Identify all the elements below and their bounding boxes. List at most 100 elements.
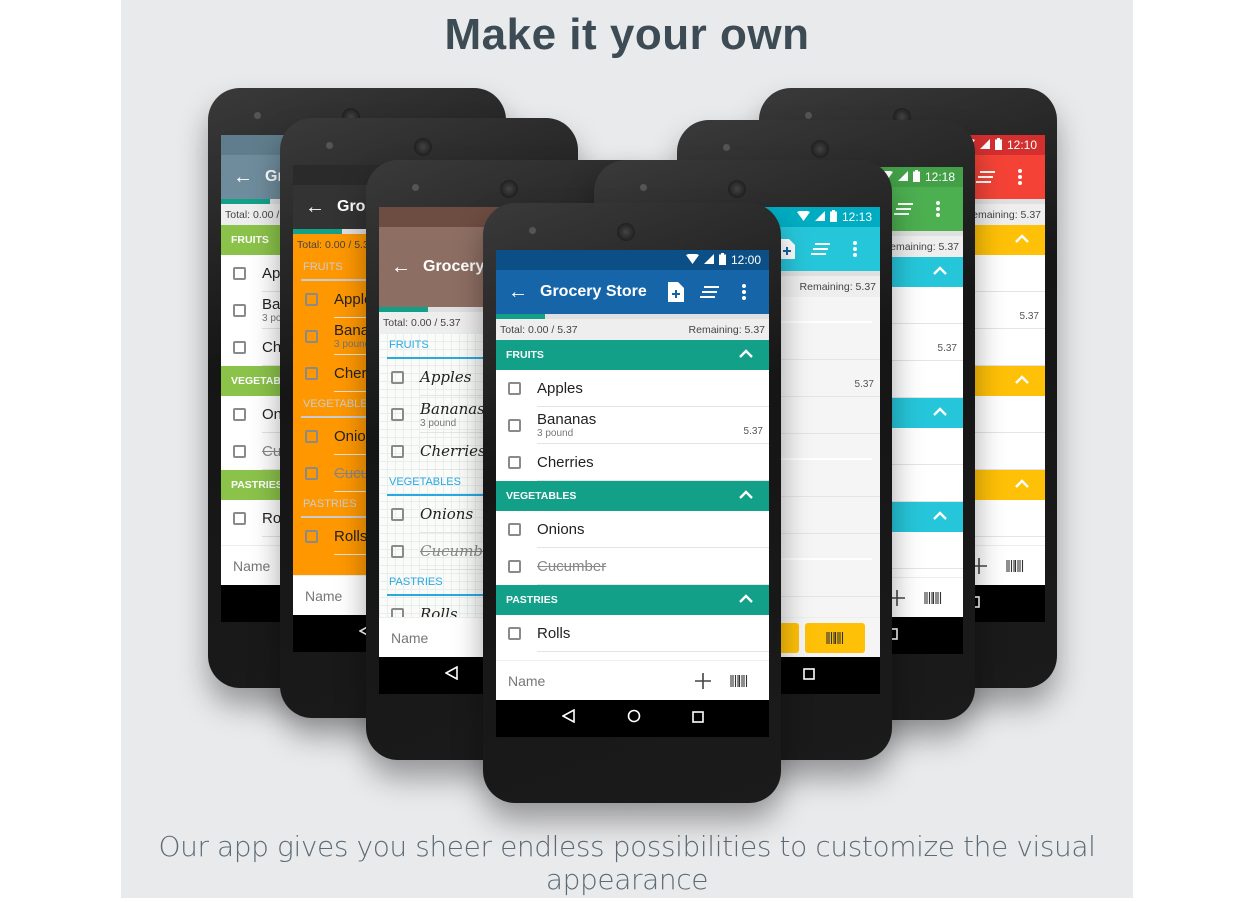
chevron-up-icon[interactable] bbox=[1015, 479, 1029, 491]
chevron-up-icon[interactable] bbox=[933, 266, 947, 278]
chevron-up-icon[interactable] bbox=[739, 490, 753, 502]
more-options-icon[interactable] bbox=[921, 201, 955, 217]
item-text: Apples bbox=[537, 370, 769, 407]
item-checkbox[interactable] bbox=[305, 367, 318, 380]
battery-icon bbox=[829, 209, 837, 225]
section-name: FRUITS bbox=[231, 234, 269, 246]
totals-row: Total: 0.00 / 5.37 Remaining: 5.37 bbox=[496, 319, 769, 340]
item-checkbox[interactable] bbox=[305, 293, 318, 306]
item-name-input[interactable]: Name bbox=[508, 673, 685, 689]
section-name: FRUITS bbox=[506, 349, 544, 361]
sort-icon[interactable] bbox=[804, 242, 838, 256]
sort-icon[interactable] bbox=[887, 202, 921, 216]
chevron-up-icon[interactable] bbox=[739, 594, 753, 606]
item-checkbox[interactable] bbox=[391, 445, 404, 458]
remaining-label: Remaining: 5.37 bbox=[882, 240, 959, 253]
barcode-icon[interactable] bbox=[805, 622, 865, 653]
battery-icon bbox=[994, 137, 1002, 153]
section-header-vegetables[interactable]: VEGETABLES bbox=[496, 481, 769, 511]
item-text: Cherries bbox=[537, 444, 769, 481]
section-header-fruits[interactable]: FRUITS bbox=[496, 340, 769, 370]
item-text: Onions bbox=[537, 511, 769, 548]
add-item-bar: Name bbox=[496, 660, 769, 700]
back-arrow-icon[interactable]: ← bbox=[233, 166, 265, 189]
list-item[interactable]: Rolls bbox=[496, 615, 769, 652]
status-bar: 12:00 bbox=[496, 250, 769, 270]
list-item[interactable]: Apples bbox=[496, 370, 769, 407]
more-options-icon[interactable] bbox=[727, 284, 761, 300]
battery-icon bbox=[718, 252, 726, 268]
back-arrow-icon[interactable]: ← bbox=[391, 256, 423, 279]
item-checkbox[interactable] bbox=[508, 627, 521, 640]
item-checkbox[interactable] bbox=[233, 304, 246, 317]
section-header-pastries[interactable]: PASTRIES bbox=[496, 585, 769, 615]
barcode-icon[interactable] bbox=[915, 591, 951, 604]
item-checkbox[interactable] bbox=[233, 408, 246, 421]
more-options-icon[interactable] bbox=[838, 241, 872, 257]
nav-home-icon[interactable] bbox=[627, 709, 641, 728]
nav-back-icon[interactable] bbox=[443, 665, 459, 685]
item-checkbox[interactable] bbox=[233, 445, 246, 458]
section-name: PASTRIES bbox=[506, 594, 558, 606]
item-checkbox[interactable] bbox=[508, 560, 521, 573]
speaker-grille bbox=[617, 223, 635, 241]
item-checkbox[interactable] bbox=[391, 608, 404, 617]
chevron-up-icon[interactable] bbox=[739, 349, 753, 361]
item-checkbox[interactable] bbox=[391, 371, 404, 384]
tagline: Our app gives you sheer endless possibil… bbox=[158, 830, 1096, 896]
back-arrow-icon[interactable]: ← bbox=[305, 196, 337, 219]
chevron-up-icon[interactable] bbox=[1015, 234, 1029, 246]
item-checkbox[interactable] bbox=[305, 330, 318, 343]
front-camera bbox=[805, 112, 812, 119]
section-name: VEGETABLES bbox=[303, 398, 375, 410]
shopping-list: FRUITS Apples Bananas3 pound 5.37 Cherries VE… bbox=[496, 340, 769, 660]
item-checkbox[interactable] bbox=[233, 267, 246, 280]
item-price: 5.37 bbox=[743, 426, 763, 437]
barcode-icon[interactable] bbox=[997, 559, 1033, 572]
item-text: Bananas3 pound 5.37 bbox=[537, 407, 769, 444]
add-icon[interactable] bbox=[685, 672, 721, 689]
status-time: 12:18 bbox=[924, 170, 955, 184]
item-checkbox[interactable] bbox=[508, 419, 521, 432]
chevron-up-icon[interactable] bbox=[933, 511, 947, 523]
item-checkbox[interactable] bbox=[305, 430, 318, 443]
list-title: Grocery Store bbox=[540, 283, 647, 300]
remaining-label: Remaining: 5.37 bbox=[964, 208, 1041, 221]
front-camera bbox=[529, 227, 536, 234]
item-checkbox[interactable] bbox=[508, 456, 521, 469]
nav-recents-icon[interactable] bbox=[802, 667, 815, 685]
item-checkbox[interactable] bbox=[233, 341, 246, 354]
barcode-icon[interactable] bbox=[721, 674, 757, 687]
item-checkbox[interactable] bbox=[508, 523, 521, 536]
list-item[interactable]: Bananas3 pound 5.37 bbox=[496, 407, 769, 444]
chevron-up-icon[interactable] bbox=[933, 407, 947, 419]
item-checkbox[interactable] bbox=[233, 512, 246, 525]
item-checkbox[interactable] bbox=[305, 530, 318, 543]
item-checkbox[interactable] bbox=[508, 382, 521, 395]
front-camera bbox=[412, 184, 419, 191]
wifi-icon bbox=[685, 253, 699, 267]
list-item[interactable]: Onions bbox=[496, 511, 769, 548]
new-document-icon[interactable] bbox=[659, 282, 693, 302]
item-checkbox[interactable] bbox=[305, 467, 318, 480]
nav-recents-icon[interactable] bbox=[691, 710, 704, 728]
front-camera bbox=[640, 184, 647, 191]
status-time: 12:10 bbox=[1006, 138, 1037, 152]
list-item[interactable]: Cherries bbox=[496, 444, 769, 481]
list-item[interactable]: Cucumber bbox=[496, 548, 769, 585]
phone-teal: 12:00 ← Grocery Store Total: 0.00 / 5.37 Rem… bbox=[483, 203, 781, 803]
signal-icon bbox=[897, 170, 908, 184]
front-camera bbox=[723, 144, 730, 151]
sort-icon[interactable] bbox=[693, 285, 727, 299]
item-checkbox[interactable] bbox=[391, 408, 404, 421]
item-checkbox[interactable] bbox=[391, 545, 404, 558]
more-options-icon[interactable] bbox=[1003, 169, 1037, 185]
item-name: Cherries bbox=[537, 453, 594, 471]
back-arrow-icon[interactable]: ← bbox=[508, 281, 540, 304]
item-checkbox[interactable] bbox=[391, 508, 404, 521]
chevron-up-icon[interactable] bbox=[1015, 375, 1029, 387]
section-name: FRUITS bbox=[389, 339, 429, 351]
section-name: PASTRIES bbox=[303, 498, 357, 510]
nav-back-icon[interactable] bbox=[560, 708, 576, 728]
app-screen: 12:00 ← Grocery Store Total: 0.00 / 5.37 Rem… bbox=[496, 250, 769, 737]
